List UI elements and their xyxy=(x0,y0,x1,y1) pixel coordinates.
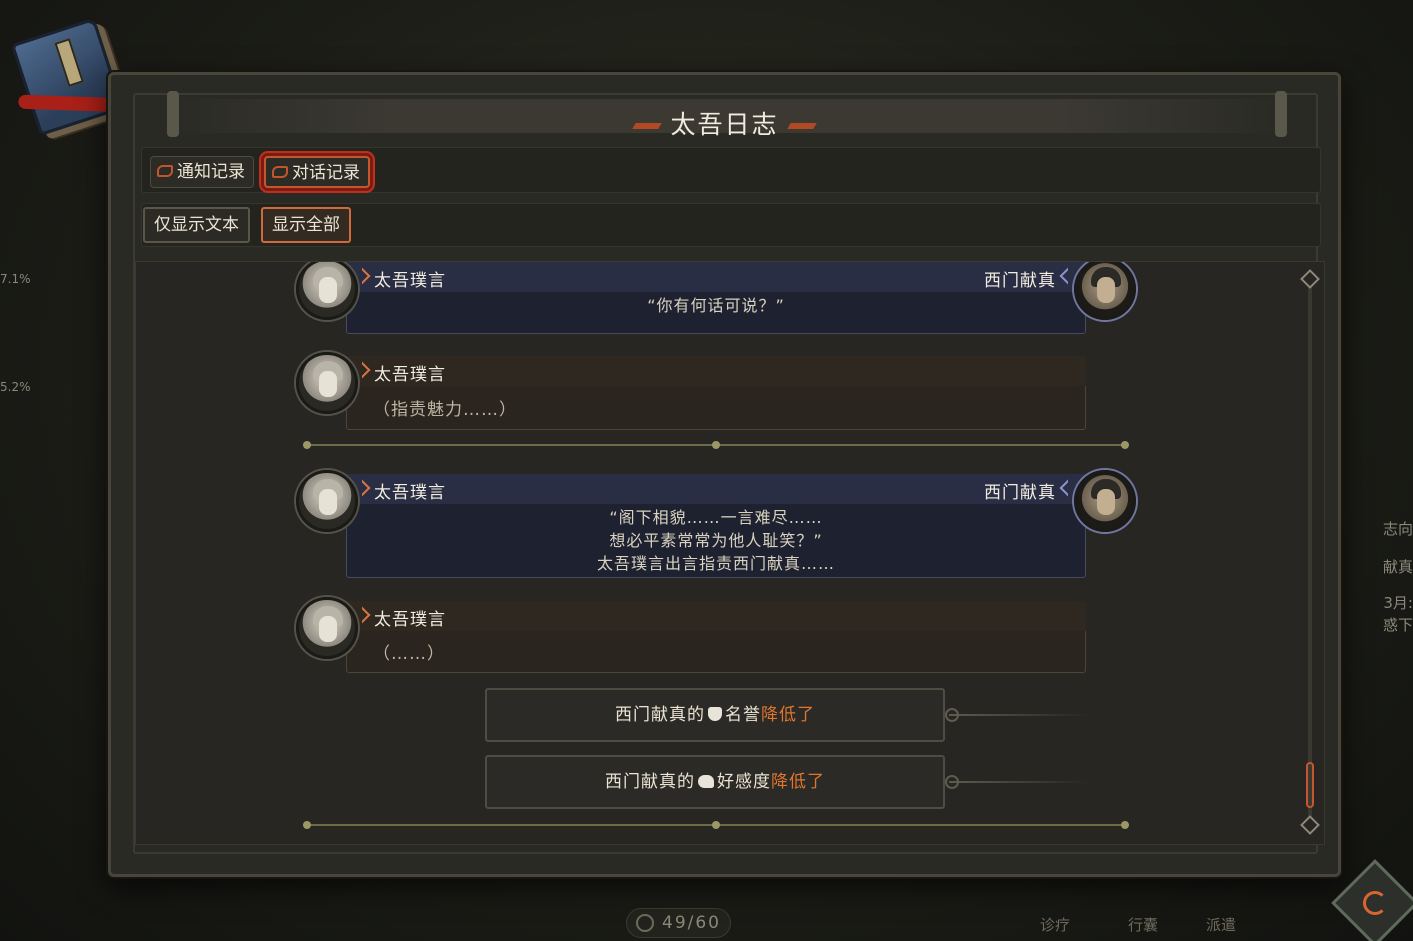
notice-connector xyxy=(945,775,1089,789)
compass-icon xyxy=(636,914,654,932)
speech-line: 太吾璞言出言指责西门献真…… xyxy=(596,554,835,573)
background-note-3: 3月: xyxy=(1383,594,1413,612)
dialog-entry: 太吾璞言 西门献真 “阁下相貌……一言难尽…… 想必平素常常为他人耻笑？” 太吾… xyxy=(296,470,1136,578)
reputation-icon xyxy=(708,707,722,721)
counter-value: 49/60 xyxy=(662,913,721,933)
speech-line: “你有何话可说？” xyxy=(647,296,785,315)
monolog-entry: 太吾璞言 （……） xyxy=(296,597,1136,673)
notice-prefix: 西门献真的 xyxy=(605,772,695,792)
scroll-thumb[interactable] xyxy=(1306,762,1314,808)
tab-dialog-log[interactable]: 对话记录 xyxy=(264,156,370,188)
speaker-name: 太吾璞言 xyxy=(374,271,446,291)
tab-bar: 通知记录 对话记录 xyxy=(141,147,1321,193)
panel-title-wrap: 太吾日志 xyxy=(111,105,1338,141)
return-icon xyxy=(1363,891,1387,915)
dialog-entry: 太吾璞言 西门献真 “你有何话可说？” xyxy=(296,262,1136,334)
dialog-log-list[interactable]: 太吾璞言 西门献真 “你有何话可说？” 太吾璞言 （指责魅力……） 太吾璞言 西… xyxy=(135,261,1325,845)
notice-change: 降低了 xyxy=(761,705,815,725)
filter-show-all-button[interactable]: 显示全部 xyxy=(261,207,351,243)
speaker-name: 太吾璞言 xyxy=(374,365,446,385)
background-button-treat: 诊疗 xyxy=(1040,916,1071,934)
filter-text-only-button[interactable]: 仅显示文本 xyxy=(143,207,250,243)
title-ornament-right-icon xyxy=(786,123,817,129)
background-note-2: 献真 xyxy=(1382,558,1413,576)
speaker-name: 太吾璞言 xyxy=(374,483,446,503)
scroll-down-icon[interactable] xyxy=(1300,815,1320,835)
background-note-1: 志向 xyxy=(1382,520,1413,538)
target-name: 西门献真 xyxy=(984,483,1056,503)
background-percent-1: 7.1% xyxy=(0,272,31,286)
avatar-taiwu xyxy=(296,352,358,414)
background-note-4: 惑下 xyxy=(1382,616,1413,634)
notice-reputation: 西门献真的 名誉降低了 xyxy=(485,688,945,742)
journal-panel: 太吾日志 通知记录 对话记录 仅显示文本 显示全部 太吾璞言 西门献真 “你有何… xyxy=(108,72,1341,877)
tab-label: 通知记录 xyxy=(177,162,245,182)
speech-line: 想必平素常常为他人耻笑？” xyxy=(609,531,823,550)
section-divider xyxy=(303,441,1129,449)
monolog-entry: 太吾璞言 （指责魅力……） xyxy=(296,352,1136,430)
tab-label: 对话记录 xyxy=(292,163,360,183)
notice-stat: 好感度 xyxy=(717,772,771,792)
background-button-dispatch: 派遣 xyxy=(1206,916,1237,934)
notice-favor: 西门献真的 好感度降低了 xyxy=(485,755,945,809)
monolog-text: （指责魅力……） xyxy=(373,400,517,420)
monolog-text: （……） xyxy=(373,644,445,664)
notice-stat: 名誉 xyxy=(725,705,761,725)
return-button[interactable] xyxy=(1331,859,1413,941)
speech-line: “阁下相貌……一言难尽…… xyxy=(609,508,823,527)
background-button-bag: 行囊 xyxy=(1128,916,1159,934)
title-ornament-left-icon xyxy=(632,123,663,129)
scroll-up-icon[interactable] xyxy=(1300,269,1320,289)
filter-bar: 仅显示文本 显示全部 xyxy=(141,203,1321,247)
notice-change: 降低了 xyxy=(771,772,825,792)
background-percent-2: 5.2% xyxy=(0,380,31,394)
tab-notifications[interactable]: 通知记录 xyxy=(150,156,254,188)
notice-connector xyxy=(945,708,1089,722)
notice-prefix: 西门献真的 xyxy=(615,705,705,725)
section-divider xyxy=(303,821,1129,829)
target-name: 西门献真 xyxy=(984,271,1056,291)
avatar-taiwu xyxy=(296,597,358,659)
dialog-icon xyxy=(272,166,288,178)
notification-icon xyxy=(157,165,173,177)
favor-icon xyxy=(698,775,714,788)
action-counter: 49/60 xyxy=(626,908,731,938)
speaker-name: 太吾璞言 xyxy=(374,610,446,630)
panel-title: 太吾日志 xyxy=(670,110,779,139)
scrollbar[interactable] xyxy=(1300,269,1320,835)
